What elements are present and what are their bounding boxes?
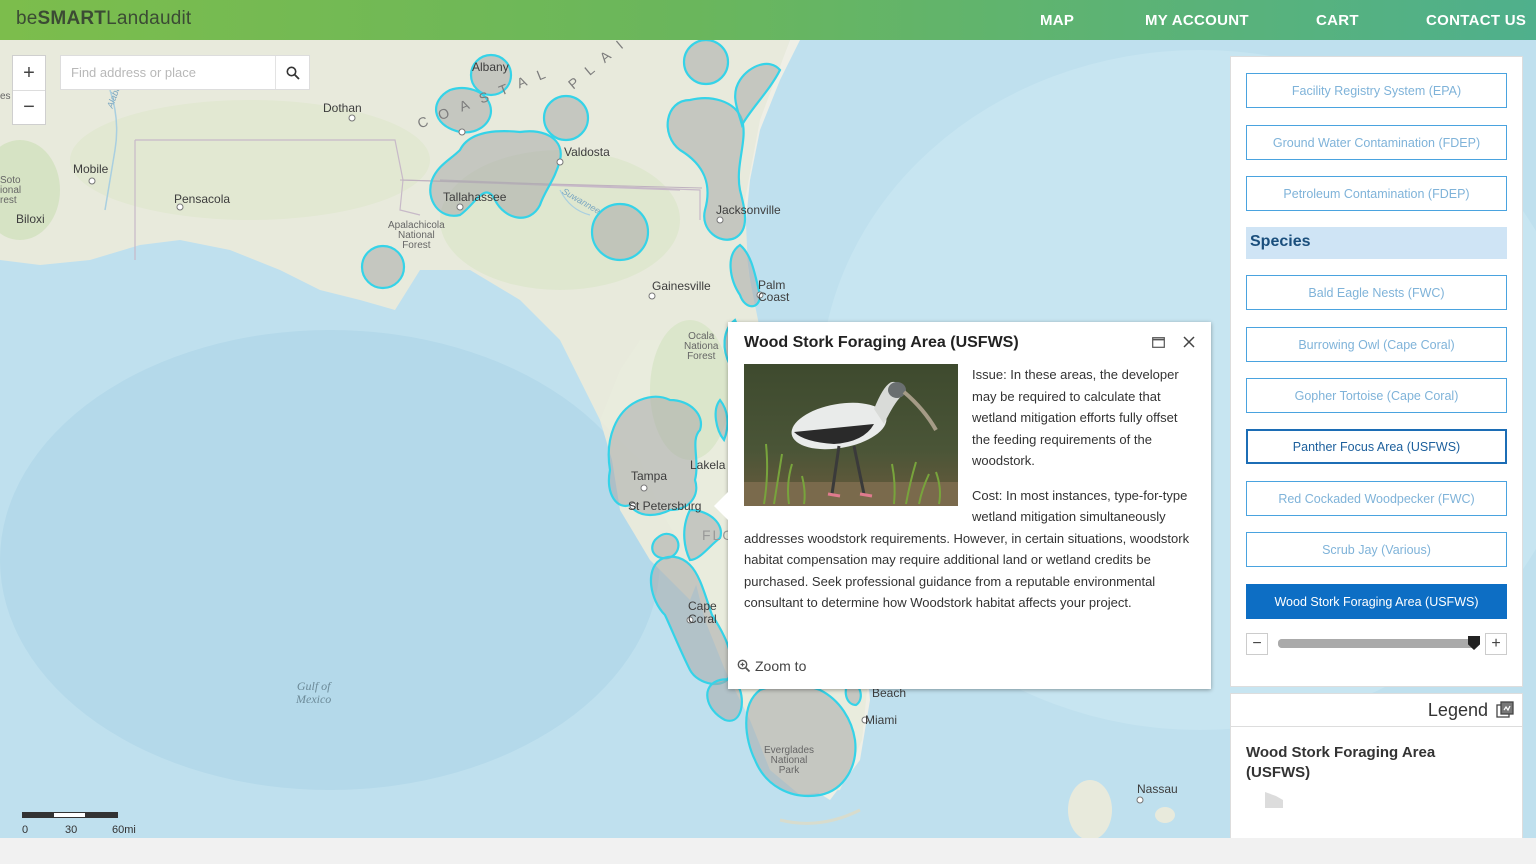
popup-pointer <box>714 492 728 520</box>
nav-my-account[interactable]: MY ACCOUNT <box>1145 12 1249 29</box>
zoom-to-link[interactable]: Zoom to <box>737 658 806 674</box>
search-input[interactable] <box>61 56 275 89</box>
map-label-ocala: Ocala Nationa Forest <box>684 332 718 362</box>
scale-label-0: 0 <box>22 824 29 836</box>
nav-map[interactable]: MAP <box>1040 12 1074 29</box>
gulf-text-2: Mexico <box>296 692 332 706</box>
ever-text-3: Park <box>778 765 800 776</box>
legend-title: Legend <box>1427 699 1488 720</box>
map-label-jacksonville: Jacksonville <box>716 203 781 217</box>
apalach-text-3: Forest <box>402 240 431 251</box>
legend-layer-title: Wood Stork Foraging Area (USFWS) <box>1246 744 1436 781</box>
map-label-nassau: Nassau <box>1137 782 1178 796</box>
map-label-pensacola: Pensacola <box>174 192 231 206</box>
address-search <box>60 55 310 90</box>
brand-suffix: Landaudit <box>106 8 192 29</box>
scale-label-60: 60mi <box>112 824 136 836</box>
opacity-slider-fill <box>1278 639 1475 648</box>
zoom-out-button[interactable]: − <box>13 90 45 124</box>
ocala-text-3: Forest <box>687 351 716 362</box>
brand-prefix: be <box>16 8 38 29</box>
nav-contact-us[interactable]: CONTACT US <box>1426 12 1526 29</box>
map-label-tallahassee: Tallahassee <box>443 190 507 204</box>
coral-text: Coral <box>688 612 717 626</box>
zoom-in-button[interactable]: + <box>13 56 45 90</box>
map-label-everglades: Everglades National Park <box>764 746 814 776</box>
search-icon <box>286 66 300 80</box>
popup-body: Issue: In these areas, the developer may… <box>744 364 1196 614</box>
opacity-decrease-button[interactable]: − <box>1246 633 1268 655</box>
opacity-slider-track[interactable] <box>1278 636 1481 650</box>
brand-logo[interactable]: beSMARTLandaudit <box>16 8 191 30</box>
map-label-soto-forest: Soto ional rest <box>0 176 21 206</box>
legend-header: Legend <box>1231 694 1522 727</box>
layer-bald-eagle[interactable]: Bald Eagle Nests (FWC) <box>1246 275 1507 310</box>
scale-bar-graphic <box>22 812 118 818</box>
map-label-palm-coast: Palm Coast <box>758 279 789 303</box>
gulf-text-1: Gulf of <box>296 679 331 693</box>
map-label-es: es <box>0 91 11 102</box>
maximize-icon[interactable] <box>1150 334 1166 350</box>
popup-title: Wood Stork Foraging Area (USFWS) <box>744 334 1019 351</box>
scale-label-30: 30 <box>65 824 78 836</box>
opacity-slider-row: − + <box>1246 633 1507 655</box>
coast-text: Coast <box>758 290 790 304</box>
scale-bar: 0 30 60mi <box>22 812 136 836</box>
info-popup: Wood Stork Foraging Area (USFWS) Issue: … <box>714 322 1211 689</box>
map-label-st-petersburg: St Petersburg <box>628 499 702 513</box>
legend-panel: Legend Wood Stork Foraging Area (USFWS) <box>1230 693 1523 853</box>
footer-strip <box>0 838 1536 864</box>
brand-strong: SMART <box>37 8 107 29</box>
map-label-cape-coral: Cape Coral <box>688 600 717 626</box>
map-label-tampa: Tampa <box>631 469 668 483</box>
species-heading: Species <box>1246 227 1507 259</box>
layer-wood-stork[interactable]: Wood Stork Foraging Area (USFWS) <box>1246 584 1507 619</box>
layer-facility-registry[interactable]: Facility Registry System (EPA) <box>1246 73 1507 108</box>
layer-red-cockaded-woodpecker[interactable]: Red Cockaded Woodpecker (FWC) <box>1246 481 1507 516</box>
map-label-valdosta: Valdosta <box>564 145 610 159</box>
search-button[interactable] <box>275 56 309 89</box>
map-label-albany: Albany <box>472 60 509 74</box>
zoom-to-icon <box>737 659 751 673</box>
map-label-miami: Miami <box>865 713 897 727</box>
layer-panel: Facility Registry System (EPA) Ground Wa… <box>1230 56 1523 687</box>
layer-burrowing-owl[interactable]: Burrowing Owl (Cape Coral) <box>1246 327 1507 362</box>
layer-scrub-jay[interactable]: Scrub Jay (Various) <box>1246 532 1507 567</box>
nav-cart[interactable]: CART <box>1316 12 1359 29</box>
map-label-apalachicola: Apalachicola National Forest <box>388 221 445 251</box>
cape-text: Cape <box>688 599 717 613</box>
wood-stork-photo <box>744 364 958 506</box>
opacity-increase-button[interactable]: + <box>1485 633 1507 655</box>
zoom-controls: + − <box>12 55 46 125</box>
layer-petroleum[interactable]: Petroleum Contamination (FDEP) <box>1246 176 1507 211</box>
layer-ground-water[interactable]: Ground Water Contamination (FDEP) <box>1246 125 1507 160</box>
map-label-mobile: Mobile <box>73 162 109 176</box>
layer-gopher-tortoise[interactable]: Gopher Tortoise (Cape Coral) <box>1246 378 1507 413</box>
map-label-gulf-of-mexico: Gulf of Mexico <box>296 680 331 706</box>
map-label-dothan: Dothan <box>323 101 362 115</box>
close-icon[interactable] <box>1181 334 1197 350</box>
legend-swatch <box>1265 792 1283 808</box>
legend-toggle-icon[interactable] <box>1496 701 1514 719</box>
top-nav-bar: beSMARTLandaudit MAP MY ACCOUNT CART CON… <box>0 0 1536 40</box>
map-label-biloxi: Biloxi <box>16 212 45 226</box>
layer-panther-focus[interactable]: Panther Focus Area (USFWS) <box>1246 429 1507 464</box>
map-label-gainesville: Gainesville <box>652 279 711 293</box>
soto-text-3: rest <box>0 195 17 206</box>
map-label-lakeland: Lakela <box>690 458 726 472</box>
zoom-to-label: Zoom to <box>755 658 807 674</box>
